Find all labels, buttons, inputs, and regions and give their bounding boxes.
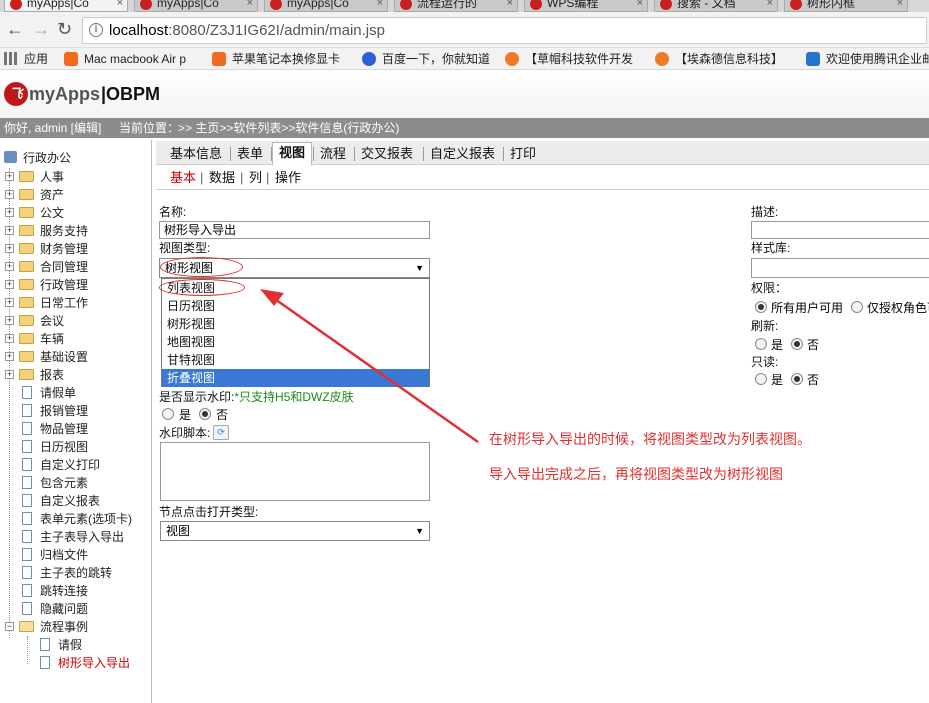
annotation-text: 导入导出完成之后，再将视图类型改为树形视图 <box>489 466 783 482</box>
annotation-text: 在树形导入导出的时候，将视图类型改为列表视图。 <box>489 431 811 447</box>
annotation-arrow-icon <box>260 289 479 444</box>
